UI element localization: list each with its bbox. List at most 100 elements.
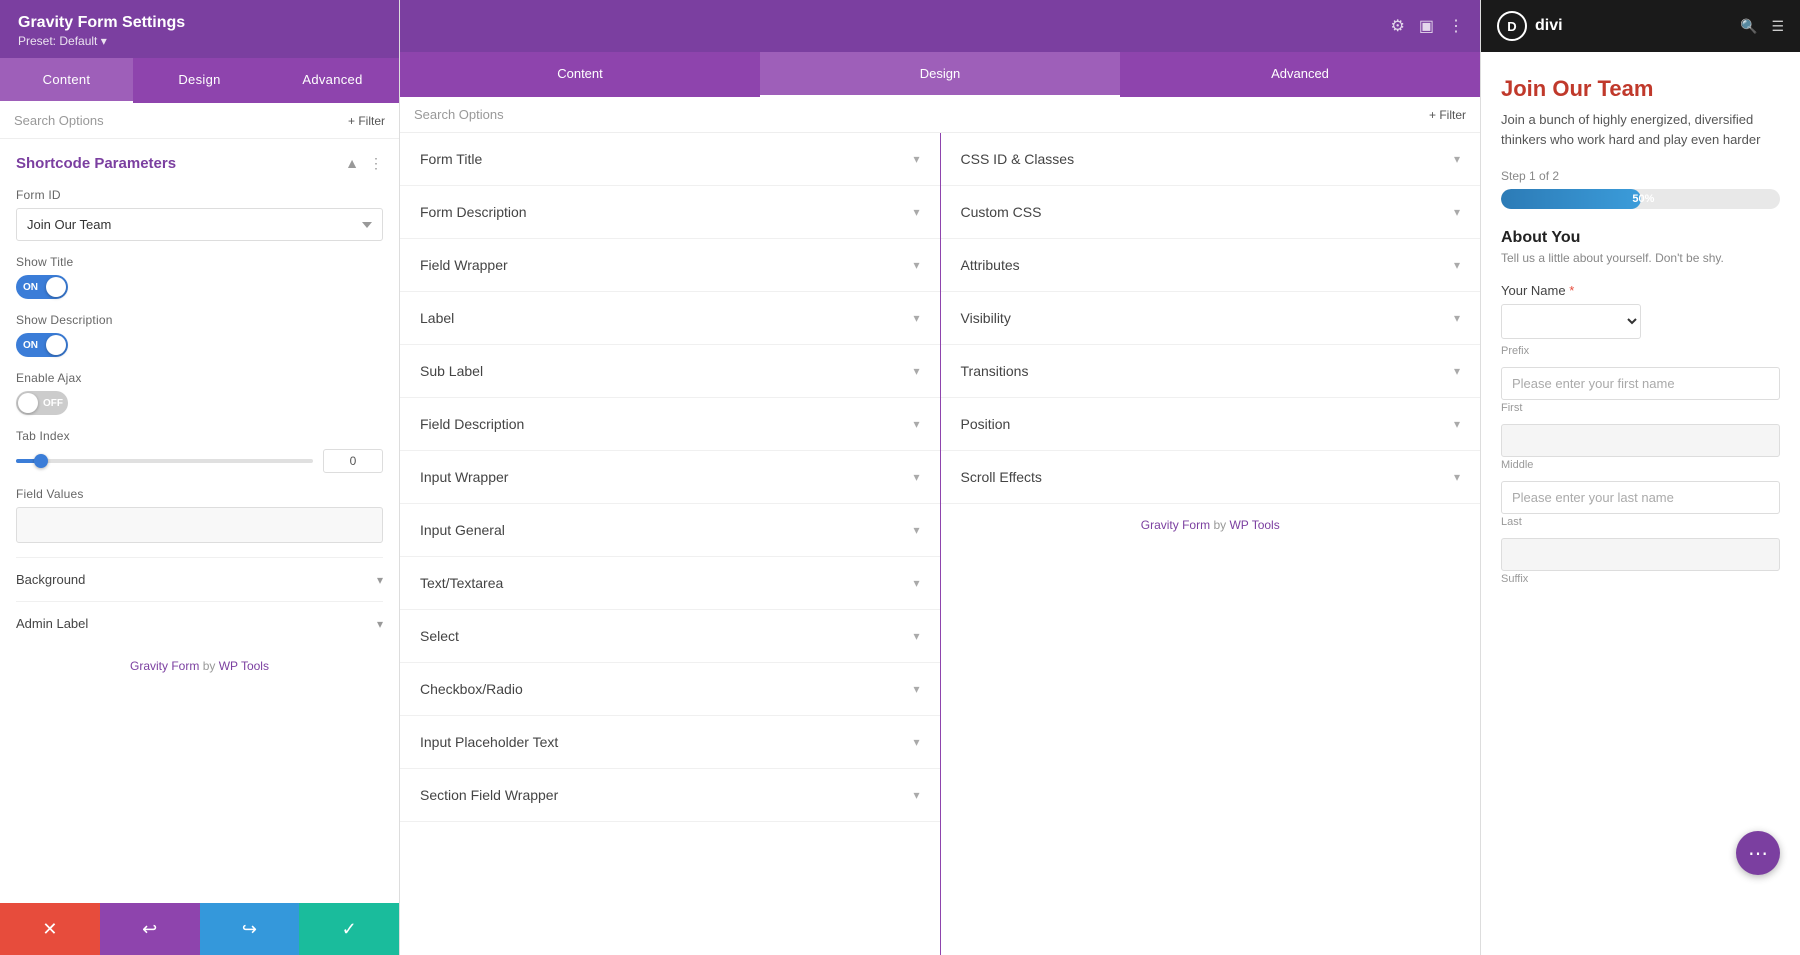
search-icon[interactable]: 🔍 — [1740, 18, 1757, 35]
accordion-transitions-header[interactable]: Transitions ▾ — [961, 345, 1461, 397]
middle-tab-advanced[interactable]: Advanced — [1120, 52, 1480, 97]
preset-selector[interactable]: Preset: Default ▾ — [18, 34, 381, 48]
search-bar: Search Options + Filter — [0, 103, 399, 139]
accordion-transitions: Transitions ▾ — [941, 345, 1481, 398]
tab-index-input[interactable]: 0 — [323, 449, 383, 473]
accordion-sub-label-text: Sub Label — [420, 363, 483, 379]
mid-wp-tools-link[interactable]: WP Tools — [1229, 518, 1279, 532]
middle-tab-design[interactable]: Design — [760, 52, 1120, 97]
tab-design[interactable]: Design — [133, 58, 266, 103]
accordion-position-header[interactable]: Position ▾ — [961, 398, 1461, 450]
section-name: About You — [1501, 229, 1780, 247]
shortcode-title: Shortcode Parameters — [16, 155, 176, 172]
accordion-visibility-chevron: ▾ — [1454, 311, 1460, 325]
mid-gravity-link: Gravity Form by WP Tools — [941, 504, 1481, 546]
divi-circle: D — [1497, 11, 1527, 41]
middle-search: Search Options + Filter — [400, 97, 1480, 133]
accordion-form-title-header[interactable]: Form Title ▾ — [420, 133, 920, 185]
background-collapse[interactable]: Background ▾ — [16, 557, 383, 601]
collapse-icon[interactable]: ▲ — [345, 155, 359, 172]
accordion-input-wrapper-header[interactable]: Input Wrapper ▾ — [420, 451, 920, 503]
accordion-text-textarea-header[interactable]: Text/Textarea ▾ — [420, 557, 920, 609]
tab-advanced[interactable]: Advanced — [266, 58, 399, 103]
preview-content: Join Our Team Join a bunch of highly ene… — [1481, 52, 1800, 619]
field-values-input[interactable] — [16, 507, 383, 543]
last-sublabel: Last — [1501, 516, 1780, 528]
admin-label-collapse[interactable]: Admin Label ▾ — [16, 601, 383, 645]
field-values-group: Field Values — [16, 487, 383, 543]
suffix-input[interactable] — [1501, 538, 1780, 571]
accordion-field-desc-text: Field Description — [420, 416, 524, 432]
filter-button[interactable]: + Filter — [348, 114, 385, 128]
more-icon[interactable]: ⋮ — [369, 155, 383, 172]
accordion-scroll-effects: Scroll Effects ▾ — [941, 451, 1481, 504]
required-marker: * — [1569, 283, 1574, 298]
show-title-toggle[interactable]: ON — [16, 275, 68, 299]
accordion-sub-label-header[interactable]: Sub Label ▾ — [420, 345, 920, 397]
accordion-attributes-text: Attributes — [961, 257, 1020, 273]
accordion-field-desc: Field Description ▾ — [400, 398, 940, 451]
accordion-css-id-header[interactable]: CSS ID & Classes ▾ — [961, 133, 1461, 185]
toggle-off-label: OFF — [43, 398, 63, 409]
fab-icon: ⋯ — [1748, 841, 1768, 866]
show-desc-toggle[interactable]: ON — [16, 333, 68, 357]
wp-tools-link[interactable]: WP Tools — [219, 659, 269, 673]
accordion-label-text: Label — [420, 310, 454, 326]
accordion-checkbox-radio-header[interactable]: Checkbox/Radio ▾ — [420, 663, 920, 715]
divi-brand: divi — [1535, 17, 1563, 35]
your-name-text: Your Name — [1501, 283, 1566, 298]
left-panel: Gravity Form Settings Preset: Default ▾ … — [0, 0, 400, 955]
fab-button[interactable]: ⋯ — [1736, 831, 1780, 875]
redo-button[interactable]: ↪ — [200, 903, 300, 955]
accordion-custom-css-text: Custom CSS — [961, 204, 1042, 220]
progress-bar: 50% — [1501, 189, 1780, 209]
accordion-form-desc-header[interactable]: Form Description ▾ — [420, 186, 920, 238]
progress-label: 50% — [1632, 193, 1654, 205]
last-name-input[interactable] — [1501, 481, 1780, 514]
accordion-select-header[interactable]: Select ▾ — [420, 610, 920, 662]
layout-icon[interactable]: ▣ — [1419, 16, 1434, 36]
accordion-transitions-text: Transitions — [961, 363, 1029, 379]
menu-icon[interactable]: ☰ — [1771, 18, 1784, 35]
middle-search-label: Search Options — [414, 107, 504, 122]
accordion-custom-css-header[interactable]: Custom CSS ▾ — [961, 186, 1461, 238]
accordion-scroll-effects-header[interactable]: Scroll Effects ▾ — [961, 451, 1461, 503]
divi-logo: D divi — [1497, 11, 1563, 41]
cancel-button[interactable]: ✕ — [0, 903, 100, 955]
first-name-input[interactable] — [1501, 367, 1780, 400]
progress-bar-fill — [1501, 189, 1641, 209]
tab-content[interactable]: Content — [0, 58, 133, 103]
accordion-custom-css-chevron: ▾ — [1454, 205, 1460, 219]
middle-header: ⚙ ▣ ⋮ — [400, 0, 1480, 52]
form-id-select[interactable]: Join Our Team — [16, 208, 383, 241]
tab-index-slider[interactable] — [16, 459, 313, 463]
accordion-input-placeholder-header[interactable]: Input Placeholder Text ▾ — [420, 716, 920, 768]
accordion-section-field-wrapper-header[interactable]: Section Field Wrapper ▾ — [420, 769, 920, 821]
mid-gravity-by: by — [1213, 518, 1229, 532]
accordion-input-general-header[interactable]: Input General ▾ — [420, 504, 920, 556]
settings-icon[interactable]: ⚙ — [1391, 16, 1405, 36]
accordion-sub-label: Sub Label ▾ — [400, 345, 940, 398]
prefix-select[interactable] — [1501, 304, 1641, 339]
middle-sublabel: Middle — [1501, 459, 1780, 471]
admin-label-text: Admin Label — [16, 616, 88, 631]
middle-panel: ⚙ ▣ ⋮ Content Design Advanced Search Opt… — [400, 0, 1480, 955]
accordion-form-desc-chevron: ▾ — [913, 205, 919, 219]
preview-form-desc: Join a bunch of highly energized, divers… — [1501, 110, 1780, 149]
accordion-visibility-header[interactable]: Visibility ▾ — [961, 292, 1461, 344]
panel-title: Gravity Form Settings — [18, 14, 381, 32]
save-button[interactable]: ✓ — [299, 903, 399, 955]
undo-button[interactable]: ↩ — [100, 903, 200, 955]
accordion-css-id: CSS ID & Classes ▾ — [941, 133, 1481, 186]
accordion-attributes-header[interactable]: Attributes ▾ — [961, 239, 1461, 291]
middle-tab-content[interactable]: Content — [400, 52, 760, 97]
accordion-field-wrapper-header[interactable]: Field Wrapper ▾ — [420, 239, 920, 291]
middle-filter-button[interactable]: + Filter — [1429, 108, 1466, 122]
accordion-label-header[interactable]: Label ▾ — [420, 292, 920, 344]
middle-name-input[interactable] — [1501, 424, 1780, 457]
enable-ajax-toggle[interactable]: OFF — [16, 391, 68, 415]
gravity-form-link[interactable]: Gravity Form — [130, 659, 199, 673]
mid-gravity-form-link[interactable]: Gravity Form — [1141, 518, 1210, 532]
more-icon[interactable]: ⋮ — [1448, 16, 1464, 36]
accordion-field-desc-header[interactable]: Field Description ▾ — [420, 398, 920, 450]
